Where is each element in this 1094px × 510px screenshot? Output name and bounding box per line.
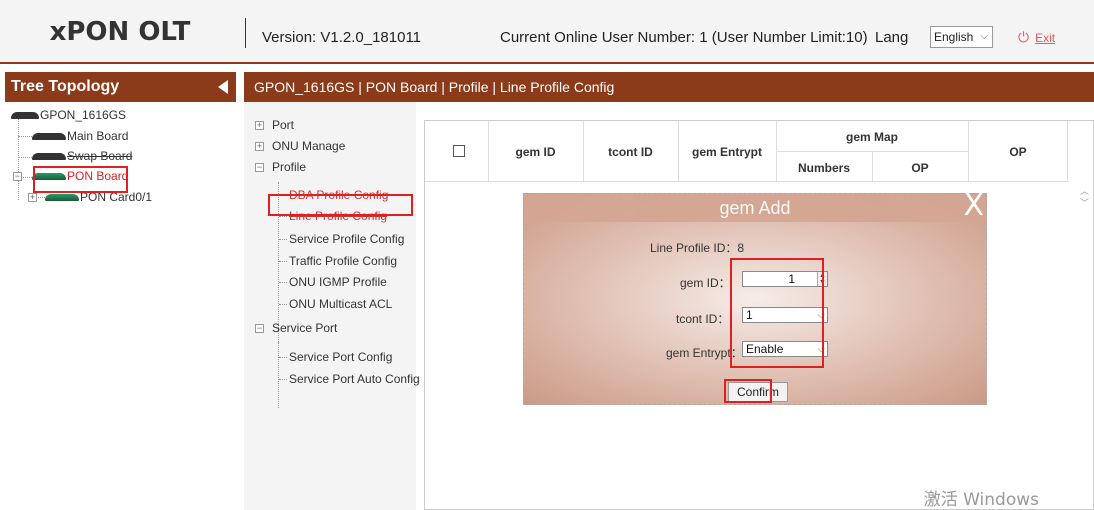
nav-service-profile[interactable]: Service Profile Config	[278, 232, 404, 246]
scrollbar[interactable]: ︿ ﹀	[1076, 182, 1093, 510]
tree-connector	[18, 136, 32, 137]
nav-service-port-config[interactable]: Service Port Config	[278, 350, 392, 364]
device-icon	[45, 194, 79, 202]
tree-panel-header: Tree Topology	[5, 72, 236, 102]
gem-add-dialog: gem Add X Line Profile ID：8 gem ID： 1 ▲ ▼…	[523, 188, 987, 405]
close-icon[interactable]: X	[963, 188, 984, 223]
col-tcont-id: tcont ID	[608, 145, 653, 159]
online-users-text: Current Online User Number: 1 (User Numb…	[500, 29, 868, 46]
highlight-box	[730, 258, 824, 368]
nav-port[interactable]: Port	[272, 118, 294, 132]
select-all-checkbox[interactable]	[453, 145, 465, 157]
exit-label: Exit	[1035, 31, 1056, 45]
exit-link[interactable]: ⏻ Exit	[1018, 29, 1055, 46]
device-icon	[11, 112, 39, 120]
dialog-title: gem Add	[524, 194, 986, 222]
gem-id-label: gem ID：	[680, 276, 731, 290]
tree-panel-title: Tree Topology	[11, 78, 120, 95]
content-area: GPON_1616GS | PON Board | Profile | Line…	[244, 72, 1094, 510]
tree-connector	[18, 157, 32, 158]
collapse-icon[interactable]: −	[255, 324, 264, 333]
tcont-id-label: tcont ID：	[676, 312, 730, 326]
expand-icon[interactable]: +	[28, 193, 37, 202]
version-text: Version: V1.2.0_181011	[262, 29, 422, 46]
highlight-box	[724, 379, 772, 403]
expand-icon[interactable]: −	[13, 172, 22, 181]
nav-connector	[278, 342, 279, 408]
breadcrumb: GPON_1616GS | PON Board | Profile | Line…	[244, 72, 1094, 102]
gem-table-panel: gem ID tcont ID gem Entrypt gem Map Numb…	[424, 120, 1094, 510]
tree-view: GPON_1616GS Main Board Swap Board − PON …	[5, 102, 236, 510]
lang-select[interactable]: English ⌵	[930, 26, 993, 48]
tree-node-swap-board[interactable]: Swap Board	[32, 149, 132, 163]
expand-icon[interactable]: +	[255, 142, 264, 151]
line-profile-id-text: Line Profile ID：8	[650, 241, 745, 255]
nav-profile[interactable]: Profile	[272, 160, 306, 174]
col-gem-map-op: OP	[911, 161, 929, 175]
header-bar: xPON OLT Version: V1.2.0_181011 Current …	[0, 0, 1094, 64]
nav-onu-igmp-profile[interactable]: ONU IGMP Profile	[279, 275, 387, 289]
nav-service-port[interactable]: Service Port	[272, 321, 337, 335]
activation-watermark: 激活 Windows	[923, 490, 1039, 510]
highlight-box	[268, 194, 413, 216]
power-icon: ⏻	[1018, 29, 1030, 45]
header-divider	[245, 18, 246, 48]
scroll-down-icon[interactable]: ﹀	[1080, 196, 1089, 209]
expand-icon[interactable]: +	[255, 121, 264, 130]
col-gem-entrypt: gem Entrypt	[691, 145, 762, 159]
collapse-panel-icon[interactable]	[218, 80, 228, 94]
col-gem-map-numbers: Numbers	[797, 161, 850, 175]
nav-onu-multicast-acl[interactable]: ONU Multicast ACL	[278, 297, 392, 311]
col-gem-map: gem Map	[845, 130, 898, 144]
page: xPON OLT Version: V1.2.0_181011 Current …	[0, 0, 1094, 510]
device-icon	[32, 133, 66, 141]
highlight-box	[33, 166, 128, 193]
profile-nav: + Port + ONU Manage − Profile DBA Profil…	[244, 102, 420, 510]
tree-node-main-board[interactable]: Main Board	[32, 129, 128, 143]
col-gem-id: gem ID	[515, 145, 556, 159]
nav-traffic-profile[interactable]: Traffic Profile Config	[278, 254, 397, 268]
device-icon	[32, 153, 66, 161]
tree-panel: Tree Topology GPON_1616GS Main Board Swa…	[5, 72, 236, 510]
column-divider	[1067, 121, 1068, 182]
table-header: gem ID tcont ID gem Entrypt gem Map Numb…	[425, 121, 1068, 182]
chevron-down-icon: ⌵	[980, 31, 988, 42]
nav-service-port-auto-config[interactable]: Service Port Auto Config	[279, 372, 420, 386]
lang-select-value: English	[934, 30, 974, 44]
collapse-icon[interactable]: −	[255, 163, 264, 172]
lang-label: Lang	[875, 29, 909, 46]
app-title: xPON OLT	[49, 17, 191, 47]
nav-onu-manage[interactable]: ONU Manage	[272, 139, 345, 153]
tree-node-root[interactable]: GPON_1616GS	[11, 108, 126, 122]
col-op: OP	[1009, 145, 1027, 159]
